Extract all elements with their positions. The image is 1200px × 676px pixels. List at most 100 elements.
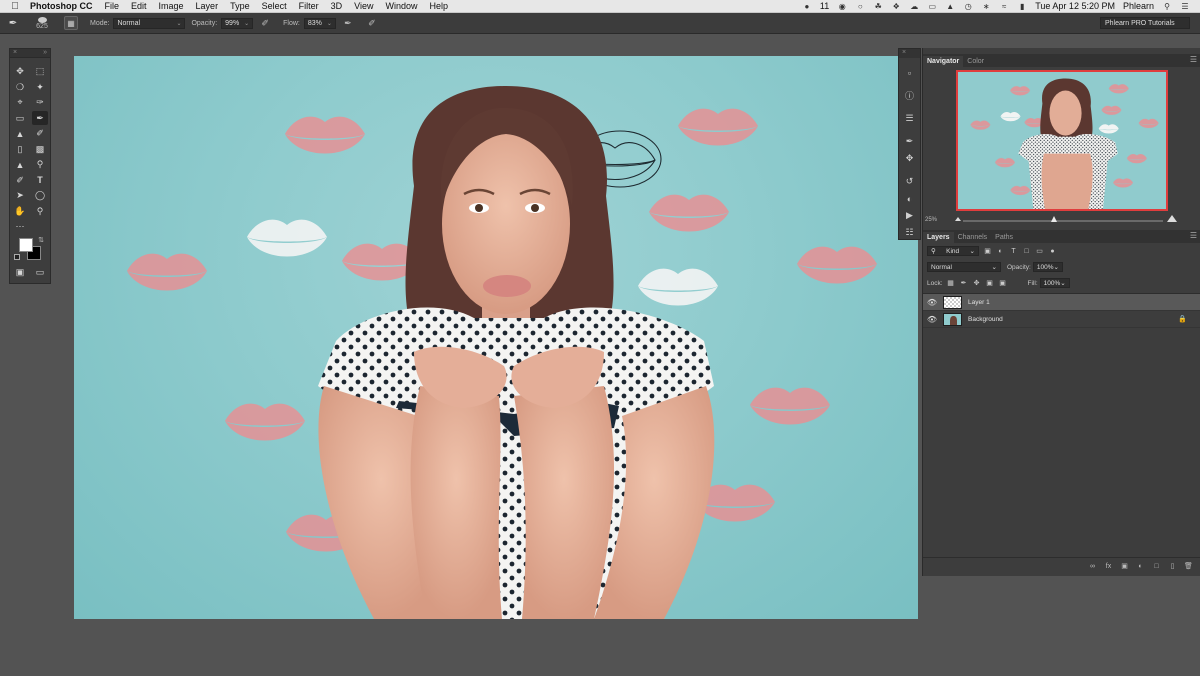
- panel-menu-icon[interactable]: ☰: [1190, 55, 1197, 64]
- workspace-switcher[interactable]: Phlearn PRO Tutorials: [1100, 17, 1190, 29]
- menu-layer[interactable]: Layer: [190, 1, 225, 11]
- tab-paths[interactable]: Paths: [991, 232, 1017, 243]
- blend-mode-select[interactable]: Normal ⌄: [927, 262, 1001, 272]
- libraries-icon[interactable]: ☷: [899, 224, 920, 241]
- pen-icon[interactable]: ✐: [12, 173, 28, 187]
- flow-field[interactable]: 83% ⌄: [303, 17, 336, 29]
- tools-panel-grip[interactable]: × »: [10, 49, 50, 58]
- mode-select[interactable]: Normal ⌄: [113, 17, 186, 29]
- zoom-out-icon[interactable]: [955, 217, 961, 221]
- airbrush-icon[interactable]: ✒: [342, 17, 354, 29]
- menu-view[interactable]: View: [348, 1, 379, 11]
- filter-pixel-icon[interactable]: ▣: [983, 247, 992, 256]
- zoom-in-icon[interactable]: [1167, 215, 1177, 222]
- adjustments-icon[interactable]: ◐: [899, 190, 920, 207]
- marquee-icon[interactable]: ⬚: [32, 65, 48, 79]
- gradient-icon[interactable]: ▩: [32, 142, 48, 156]
- menu-edit[interactable]: Edit: [125, 1, 153, 11]
- histogram-icon[interactable]: ▫: [899, 64, 920, 81]
- filter-shape-icon[interactable]: □: [1022, 247, 1031, 256]
- layer-row-background[interactable]: 👁 Background 🔒: [923, 311, 1200, 328]
- tab-color[interactable]: Color: [963, 56, 988, 67]
- layer-opacity-field[interactable]: 100% ⌄: [1032, 262, 1063, 272]
- visibility-eye-icon[interactable]: 👁: [923, 315, 941, 324]
- notification-center-icon[interactable]: ☰: [1180, 2, 1190, 11]
- history-brush-icon[interactable]: ✐: [32, 127, 48, 141]
- filter-kind-select[interactable]: ⚲ Kind ⌄: [927, 246, 979, 256]
- menu-select[interactable]: Select: [256, 1, 293, 11]
- display-icon[interactable]: ▭: [927, 2, 937, 11]
- notification-badge-icon[interactable]: ●: [802, 2, 812, 11]
- menu-window[interactable]: Window: [379, 1, 423, 11]
- delete-layer-icon[interactable]: 🗑: [1184, 562, 1193, 571]
- opacity-field[interactable]: 99% ⌄: [221, 17, 254, 29]
- spotlight-search-icon[interactable]: ⚲: [1162, 2, 1172, 11]
- info-icon[interactable]: ⓘ: [899, 87, 920, 104]
- brush-preset-picker[interactable]: 625: [26, 16, 58, 30]
- tab-channels[interactable]: Channels: [954, 232, 992, 243]
- stamp-icon[interactable]: ▲: [12, 127, 28, 141]
- dropbox-icon[interactable]: ❖: [891, 2, 901, 11]
- move-icon[interactable]: ✥: [12, 65, 28, 79]
- dodge-icon[interactable]: ⚲: [32, 158, 48, 172]
- app-name-menu[interactable]: Photoshop CC: [30, 1, 99, 11]
- properties-icon[interactable]: ☰: [899, 110, 920, 127]
- swap-colors-icon[interactable]: ⇅: [38, 236, 44, 244]
- pressure-opacity-icon[interactable]: ✐: [259, 17, 271, 29]
- tab-layers[interactable]: Layers: [923, 232, 954, 243]
- type-icon[interactable]: T: [32, 173, 48, 187]
- layer-row-layer-1[interactable]: 👁 Layer 1: [923, 294, 1200, 311]
- clock[interactable]: Tue Apr 12 5:20 PM: [1035, 1, 1115, 11]
- filter-toggle-icon[interactable]: ●: [1048, 247, 1057, 256]
- new-adjustment-layer-icon[interactable]: ◐: [1136, 562, 1145, 571]
- brush-settings-icon[interactable]: ✒: [899, 133, 920, 150]
- layer-thumbnail[interactable]: [943, 295, 962, 309]
- lasso-icon[interactable]: ❍: [12, 80, 28, 94]
- cloud-icon[interactable]: ☁: [909, 2, 919, 11]
- quick-mask-icon[interactable]: ▣: [12, 265, 28, 279]
- navigator-view-box[interactable]: [956, 70, 1168, 211]
- airplay-icon[interactable]: ▲: [945, 2, 955, 11]
- collapse-icon[interactable]: »: [43, 49, 47, 56]
- strip-grip[interactable]: ×: [899, 49, 920, 58]
- zoom-slider[interactable]: [963, 220, 1163, 222]
- layer-effects-icon[interactable]: fx: [1104, 562, 1113, 571]
- menu-help[interactable]: Help: [423, 1, 454, 11]
- menu-filter[interactable]: Filter: [293, 1, 325, 11]
- actions-play-icon[interactable]: ▶: [899, 207, 920, 224]
- user-name[interactable]: Phlearn: [1123, 1, 1154, 11]
- lock-transparency-icon[interactable]: ▦: [946, 278, 956, 288]
- lock-artboard-icon[interactable]: ▣: [985, 278, 995, 288]
- eraser-icon[interactable]: ▯: [12, 142, 28, 156]
- document-canvas[interactable]: [74, 56, 918, 619]
- filter-type-icon[interactable]: T: [1009, 247, 1018, 256]
- lock-all-icon[interactable]: ▣: [998, 278, 1008, 288]
- panel-menu-icon[interactable]: ☰: [1190, 231, 1197, 240]
- more-tools-icon[interactable]: ⋯: [12, 220, 28, 234]
- layer-name[interactable]: Layer 1: [968, 299, 990, 306]
- hand-icon[interactable]: ✋: [12, 204, 28, 218]
- filter-smart-object-icon[interactable]: ▭: [1035, 247, 1044, 256]
- eyedropper-icon[interactable]: ✑: [32, 96, 48, 110]
- tab-navigator[interactable]: Navigator: [923, 56, 964, 67]
- layer-name[interactable]: Background: [968, 316, 1003, 323]
- filter-adjustment-icon[interactable]: ◐: [996, 247, 1005, 256]
- healing-icon[interactable]: ▭: [12, 111, 28, 125]
- close-icon[interactable]: ×: [13, 49, 17, 56]
- foreground-color-swatch[interactable]: [19, 237, 33, 252]
- lock-position-icon[interactable]: ✥: [972, 278, 982, 288]
- timemachine-icon[interactable]: ◷: [963, 2, 973, 11]
- lock-pixels-icon[interactable]: ✒: [959, 278, 969, 288]
- pressure-size-icon[interactable]: ✐: [366, 17, 378, 29]
- apple-menu-icon[interactable]: : [0, 1, 30, 12]
- battery-icon[interactable]: ▮: [1017, 2, 1027, 11]
- link-layers-icon[interactable]: ∞: [1088, 562, 1097, 571]
- menu-type[interactable]: Type: [224, 1, 256, 11]
- magic-wand-icon[interactable]: ✦: [32, 80, 48, 94]
- zoom-icon[interactable]: ⚲: [32, 204, 48, 218]
- chat-icon[interactable]: ○: [855, 2, 865, 11]
- bluetooth-icon[interactable]: ∗: [981, 2, 991, 11]
- add-mask-icon[interactable]: ▣: [1120, 562, 1129, 571]
- navigator-zoom-value[interactable]: 25%: [925, 217, 937, 223]
- tool-preset-brush-icon[interactable]: ✒: [0, 14, 26, 32]
